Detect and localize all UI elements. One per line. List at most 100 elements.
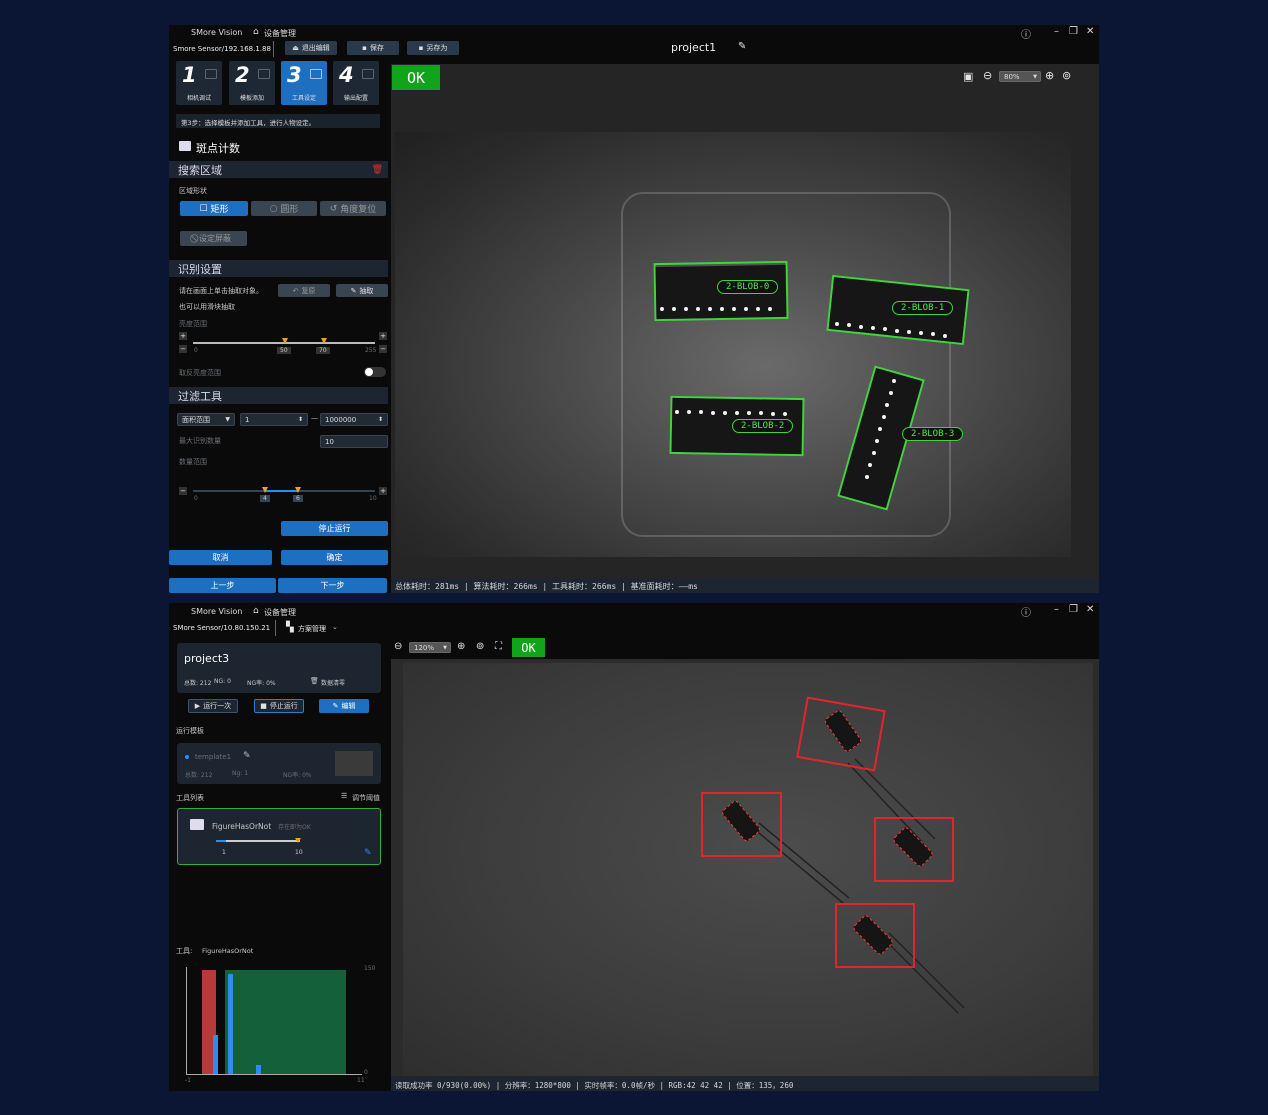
template-card[interactable]: template1 ✎ 总数: 212 Ng: 1 NG率: 0% [177,743,381,784]
threshold-slider[interactable] [216,840,300,842]
restore-icon[interactable]: ❐ [1069,604,1078,615]
divider [275,620,276,636]
stop-run-button[interactable]: 停止运行 [281,521,388,536]
circle-shape-button[interactable]: ○ 圆形 [251,201,317,216]
list-icon: ☰ [341,792,348,800]
slider-handle-low[interactable] [262,487,268,493]
exit-edit-button[interactable]: ⏏ 退出编辑 [285,41,337,55]
ng-count: NG: 0 [214,678,231,685]
run-once-button[interactable]: ▶ 运行一次 [188,699,238,713]
minus-icon[interactable]: − [179,345,187,353]
total-count: 总数: 212 [184,680,212,687]
min-area-input[interactable]: 1 ⬍ [240,413,308,426]
minimize-icon[interactable]: – [1054,26,1059,37]
sensor-address: SMore Sensor/10.80.150.21 [173,624,271,632]
extract-button[interactable]: ✎ 抽取 [336,284,388,297]
step-label: 工具设定 [291,95,316,102]
plus-icon[interactable]: + [379,332,387,340]
plus-icon[interactable]: + [379,487,387,495]
zoom-select[interactable]: 80% ▼ [999,71,1041,82]
active-dot [185,755,189,759]
fit-zoom-icon[interactable]: ⊚ [476,641,484,652]
trash-icon[interactable]: 🗑 [310,677,319,685]
device-mgmt-link[interactable]: 设备管理 [264,607,296,618]
project-name: project3 [184,652,230,665]
max-count-input[interactable]: 10 [320,435,388,448]
cancel-button[interactable]: 取消 [169,550,272,565]
hist-bar [256,1065,261,1074]
slider-handle-high[interactable] [321,338,327,344]
angle-reset-button[interactable]: ↺ 角度复位 [320,201,386,216]
info-icon[interactable]: ⓘ [1021,26,1031,41]
edit-label: 编辑 [341,702,356,710]
confirm-button[interactable]: 确定 [281,550,388,565]
tool-card[interactable]: FigureHasOrNot 存在即为OK 1 10 ✎ [177,808,381,865]
prev-step-button[interactable]: 上一步 [169,578,276,593]
image-icon[interactable]: ▣ [963,70,973,83]
slider-handle[interactable] [295,838,301,843]
step-tab-1[interactable]: 1 相机调试 [176,61,222,105]
minus-icon[interactable]: − [379,345,387,353]
tool-value: FigureHasOrNot [202,947,254,955]
reset-button[interactable]: ↶ 复原 [278,284,330,297]
image-viewer[interactable] [391,659,1099,1076]
home-icon[interactable]: ⌂ [253,606,259,616]
minimize-icon[interactable]: – [1054,604,1059,615]
camera-image[interactable]: 2-BLOB-0 2-BLOB-1 2-BLOB-2 2-BLOB-3 [395,132,1071,557]
step-tab-3[interactable]: 3 工具设定 [281,61,327,105]
blob-label-0: 2-BLOB-0 [717,280,779,294]
zoom-select[interactable]: 120% ▼ [409,642,451,653]
template-icon [258,69,270,79]
rename-pencil-icon[interactable]: ✎ [738,41,746,52]
set-mask-button[interactable]: ⃠设定屏蔽 [180,231,247,246]
pin-dot [675,410,679,414]
tool-list-label: 工具列表 [176,794,204,802]
scheme-mgmt-dropdown[interactable]: 方案管理 [298,624,326,634]
area-range-select[interactable]: 面积范围 ▼ [177,413,235,426]
save-as-button[interactable]: ▪ 另存为 [407,41,459,55]
mask-label: 设定屏蔽 [199,234,231,243]
hist-bar [228,974,233,1074]
edit-button[interactable]: ✎ 编辑 [319,699,369,713]
pin-dot [835,322,839,326]
zoom-in-icon[interactable]: ⊕ [457,641,465,652]
max-area-input[interactable]: 1000000 ⬍ [320,413,388,426]
pin-dot [744,307,748,311]
restore-icon[interactable]: ❐ [1069,26,1078,37]
invert-toggle[interactable] [364,367,386,377]
pin-dot [732,307,736,311]
zoom-out-icon[interactable]: ⊖ [394,641,402,652]
zoom-in-icon[interactable]: ⊕ [1045,69,1054,82]
adjust-threshold-button[interactable]: 调节阈值 [352,793,380,803]
device-mgmt-link[interactable]: 设备管理 [264,28,296,39]
chevron-down-icon[interactable]: ⌄ [332,623,338,631]
dropper-icon: ✎ [350,286,357,295]
rename-pencil-icon[interactable]: ✎ [243,751,251,761]
info-icon[interactable]: ⓘ [1021,604,1031,619]
minus-icon[interactable]: − [179,487,187,495]
ng-rate: NG率: 0% [247,680,276,687]
delete-icon[interactable]: 🗑 [372,165,383,175]
step-tab-2[interactable]: 2 模板添加 [229,61,275,105]
clear-data-button[interactable]: 数据清零 [321,678,345,687]
slider-handle-low[interactable] [282,338,288,344]
close-icon[interactable]: ✕ [1086,604,1094,615]
close-icon[interactable]: ✕ [1086,26,1094,37]
fit-zoom-icon[interactable]: ⊚ [1062,69,1071,82]
home-icon[interactable]: ⌂ [253,27,259,37]
next-step-button[interactable]: 下一步 [278,578,387,593]
zoom-out-icon[interactable]: ⊖ [983,69,992,82]
plus-icon[interactable]: + [179,332,187,340]
filter-header: 过滤工具 [169,387,388,404]
step-tab-4[interactable]: 4 输出配置 [333,61,379,105]
fullscreen-icon[interactable]: ⛶ [495,641,502,652]
edit-pencil-icon[interactable]: ✎ [364,848,372,858]
zoom-value: 80% [1004,72,1020,81]
run-once-label: 运行一次 [203,702,232,710]
save-button[interactable]: ▪ 保存 [347,41,399,55]
slider-handle-high[interactable] [295,487,301,493]
camera-image[interactable] [403,663,1093,1076]
play-icon: ▶ [194,702,201,710]
rect-shape-button[interactable]: ☐ 矩形 [180,201,248,216]
stop-run-button[interactable]: ■ 停止运行 [254,699,304,713]
